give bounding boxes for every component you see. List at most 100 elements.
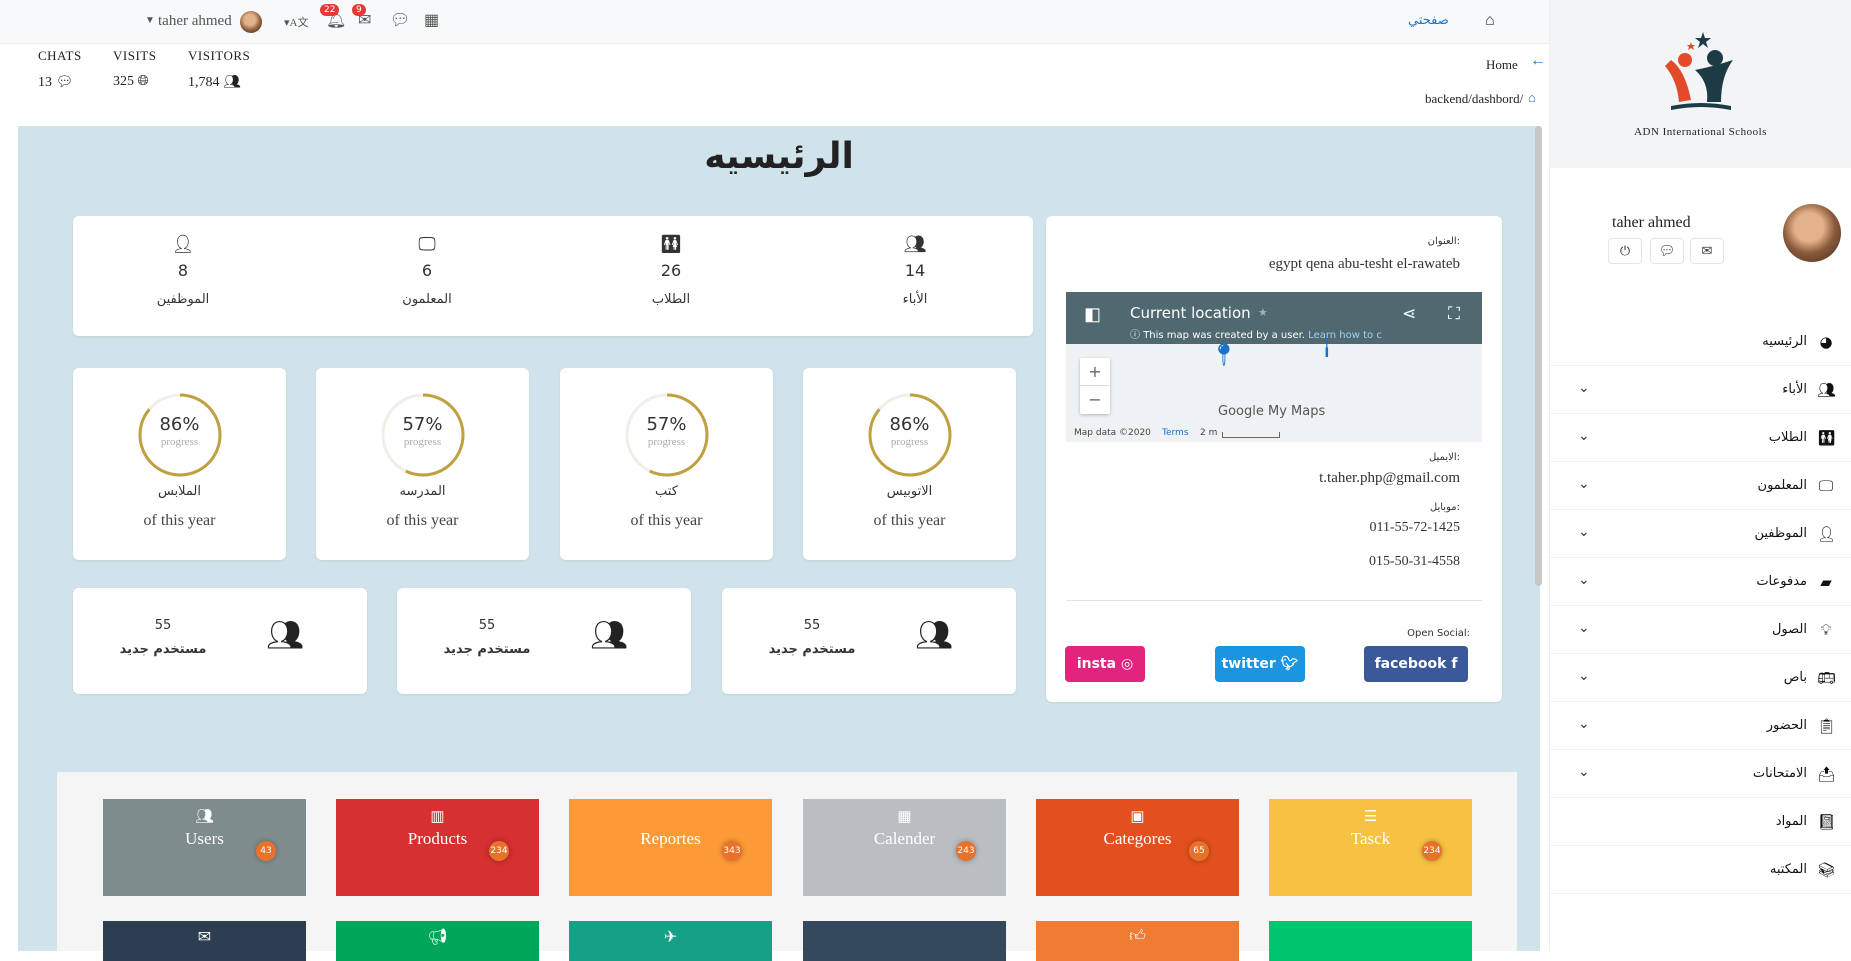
- chat-button[interactable]: 💬︎: [1650, 238, 1684, 264]
- sidebar-nav: الرئيسيه ◕ ⌄ الأباء 👥︎ ⌄ الطلاب 🚻︎ ⌄ المعلمون …: [1550, 318, 1851, 894]
- sidebar-item-3[interactable]: ⌄ المعلمون 🖵︎: [1550, 462, 1851, 510]
- progress-label: المدرسه: [399, 484, 446, 499]
- language-icon[interactable]: ▾A文: [284, 14, 308, 30]
- brand-link[interactable]: صفحتي: [1408, 13, 1449, 28]
- sidebar-item-label: الطلاب: [1768, 430, 1807, 445]
- phone-1[interactable]: 011-55-72-1425: [1370, 520, 1460, 536]
- topbar-avatar[interactable]: [240, 11, 262, 33]
- tile[interactable]: 👍︎: [1036, 921, 1239, 961]
- tile[interactable]: ✈: [569, 921, 772, 961]
- sidebar-item-8[interactable]: ⌄ الحضور 📋︎: [1550, 702, 1851, 750]
- school-icon[interactable]: ⌂: [1485, 12, 1495, 30]
- sidebar-item-4[interactable]: ⌄ الموظفين 👤︎: [1550, 510, 1851, 558]
- calendar-icon: ▦: [897, 809, 912, 825]
- sidebar-item-label: الصول: [1771, 622, 1807, 637]
- chevron-down-icon[interactable]: ⌄: [1578, 620, 1590, 636]
- chevron-down-icon[interactable]: ⌄: [1578, 764, 1590, 780]
- sidebar-item-5[interactable]: ⌄ مدفوعات ▰: [1550, 558, 1851, 606]
- caret-down-icon[interactable]: ▼: [145, 15, 155, 26]
- sidebar-item-label: الحضور: [1766, 718, 1807, 733]
- topbar-user-name[interactable]: taher ahmed: [158, 13, 232, 30]
- map-pin-icon[interactable]: ╽: [1322, 338, 1332, 358]
- sidebar-item-6[interactable]: ⌄ الصول 💡︎: [1550, 606, 1851, 654]
- profile-panel: taher ahmed ⏻ 💬︎ ✉: [1550, 168, 1851, 318]
- twitter-label: twitter: [1221, 656, 1276, 672]
- zoom-in-button[interactable]: +: [1080, 358, 1110, 386]
- sidebar-item-1[interactable]: ⌄ الأباء 👥︎: [1550, 366, 1851, 414]
- map-terms-link[interactable]: Terms: [1162, 428, 1189, 438]
- tile[interactable]: [1269, 921, 1472, 961]
- tile-badge: 243: [956, 841, 976, 861]
- progress-card: 57% progress المدرسه of this year: [316, 368, 529, 560]
- sidebar-item-7[interactable]: ⌄ باص 🚌︎: [1550, 654, 1851, 702]
- star-icon[interactable]: ★: [1258, 306, 1268, 319]
- divider: [1066, 600, 1482, 601]
- tile-name: Calender: [873, 829, 936, 848]
- map-learn-link[interactable]: Learn how to c: [1308, 330, 1382, 341]
- sidebar-item-9[interactable]: ⌄ الامتحانات 📤︎: [1550, 750, 1851, 798]
- stat-visits-label: VISITS: [113, 48, 157, 63]
- map-pin-icon[interactable]: 📍︎: [1210, 342, 1238, 368]
- tile-name: Products: [407, 829, 468, 848]
- avatar[interactable]: [1783, 204, 1841, 262]
- map-scale: 2 m: [1200, 428, 1218, 438]
- notification-badge: 22: [320, 4, 340, 16]
- sidebar-item-0[interactable]: الرئيسيه ◕: [1550, 318, 1851, 366]
- tile-name: Tasck: [1350, 829, 1391, 848]
- users-icon: 👥︎: [903, 234, 927, 254]
- tile-tasck[interactable]: ☰ Tasck 234: [1269, 799, 1472, 896]
- tile-badge: 43: [256, 841, 276, 861]
- book-reader-icon: 📚︎: [1817, 860, 1837, 879]
- tile[interactable]: [803, 921, 1006, 961]
- progress-ring: [138, 393, 221, 477]
- breadcrumb-home[interactable]: Home: [1486, 57, 1518, 73]
- progress-sub: progress: [403, 436, 442, 448]
- map-sidebar-icon[interactable]: ◧: [1084, 304, 1101, 325]
- lightbulb-icon: 💡︎: [1820, 620, 1832, 639]
- email-value[interactable]: t.taher.php@gmail.com: [1319, 470, 1460, 487]
- arrow-left-icon[interactable]: ←: [1530, 52, 1546, 70]
- instagram-button[interactable]: insta ◎: [1065, 646, 1145, 682]
- sidebar-item-11[interactable]: المكتبه 📚︎: [1550, 846, 1851, 894]
- map-data-credit: Map data ©2020: [1074, 428, 1151, 438]
- contact-card: العنوان: egypt qena abu-tesht el-rawateb…: [1046, 216, 1502, 702]
- zoom-out-button[interactable]: −: [1080, 386, 1110, 414]
- facebook-button[interactable]: facebook f: [1364, 646, 1468, 682]
- sidebar-item-2[interactable]: ⌄ الطلاب 🚻︎: [1550, 414, 1851, 462]
- fullscreen-icon[interactable]: ⛶: [1448, 304, 1460, 324]
- chevron-down-icon[interactable]: ⌄: [1578, 380, 1590, 396]
- twitter-button[interactable]: twitter 🐦︎: [1215, 646, 1305, 682]
- scrollbar[interactable]: [1535, 126, 1542, 586]
- count-parents: 👥︎ 14 الأباء: [855, 234, 975, 307]
- bus-icon: 🚌︎: [1817, 668, 1837, 687]
- logout-button[interactable]: ⏻: [1608, 238, 1642, 264]
- comments-icon[interactable]: 💬︎: [390, 10, 410, 30]
- chevron-down-icon[interactable]: ⌄: [1578, 668, 1590, 684]
- tile[interactable]: 📢︎: [336, 921, 539, 961]
- count-teachers: 🖵︎ 6 المعلمون: [367, 234, 487, 307]
- bullhorn-icon: 📢︎: [427, 929, 448, 946]
- tile-users[interactable]: 👥︎ Users 43: [103, 799, 306, 896]
- tile-reportes[interactable]: Reportes 343: [569, 799, 772, 896]
- tile-calender[interactable]: ▦ Calender 243: [803, 799, 1006, 896]
- tile-products[interactable]: ▥ Products 234: [336, 799, 539, 896]
- chevron-down-icon[interactable]: ⌄: [1578, 572, 1590, 588]
- mail-button[interactable]: ✉: [1690, 238, 1724, 264]
- list-icon: ☰: [1363, 809, 1378, 825]
- tile-categores[interactable]: ▣ Categores 65: [1036, 799, 1239, 896]
- progress-label: الملابس: [157, 484, 202, 499]
- chevron-down-icon[interactable]: ⌄: [1578, 716, 1590, 732]
- tile[interactable]: ✉: [103, 921, 306, 961]
- chevron-down-icon[interactable]: ⌄: [1578, 476, 1590, 492]
- calendar-icon[interactable]: ▦: [424, 10, 439, 30]
- count-label: الأباء: [902, 292, 928, 307]
- share-icon[interactable]: ⋖: [1402, 304, 1416, 324]
- sidebar-item-10[interactable]: المواد 📓︎: [1550, 798, 1851, 846]
- facebook-label: facebook: [1374, 656, 1447, 672]
- chevron-down-icon[interactable]: ⌄: [1578, 524, 1590, 540]
- map-embed[interactable]: ◧ Current location ★ ⓘ This map was crea…: [1066, 292, 1482, 442]
- open-social-label: Open Social:: [1407, 628, 1470, 639]
- restroom-icon: 🚻︎: [1817, 428, 1837, 447]
- phone-2[interactable]: 015-50-31-4558: [1369, 554, 1460, 570]
- chevron-down-icon[interactable]: ⌄: [1578, 428, 1590, 444]
